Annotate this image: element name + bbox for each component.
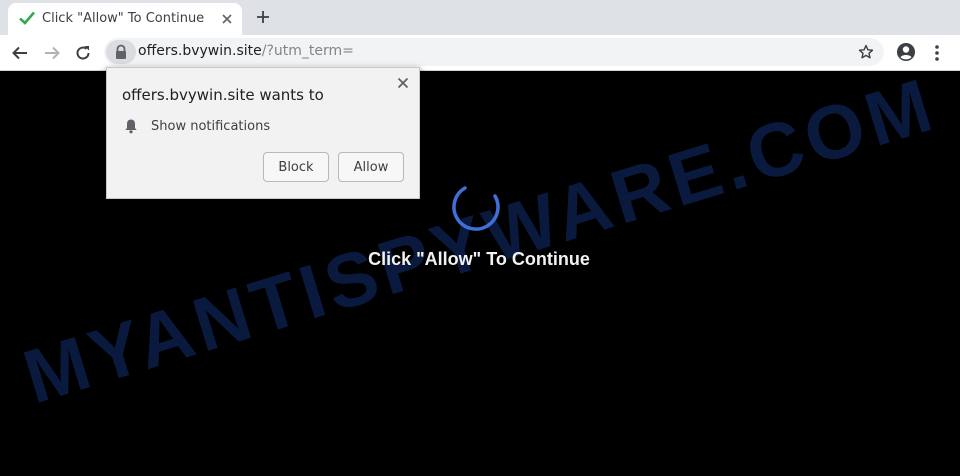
forward-arrow-icon[interactable] — [43, 44, 61, 62]
loading-spinner-icon — [452, 186, 500, 231]
new-tab-icon[interactable] — [255, 9, 271, 25]
kebab-menu-icon[interactable] — [929, 44, 945, 62]
popup-title: offers.bvywin.site wants to — [122, 86, 324, 104]
allow-button[interactable]: Allow — [338, 152, 404, 182]
back-arrow-icon[interactable] — [11, 44, 29, 62]
toolbar: offers.bvywin.site/?utm_term= — [0, 35, 960, 71]
tab-title: Click "Allow" To Continue — [42, 11, 205, 26]
reload-icon[interactable] — [74, 44, 92, 62]
url-path: /?utm_term= — [261, 43, 354, 59]
site-info-button[interactable] — [106, 40, 136, 64]
tab-strip: Click "Allow" To Continue — [0, 0, 960, 35]
lock-icon — [116, 44, 126, 59]
close-icon[interactable] — [397, 77, 409, 89]
url-text: offers.bvywin.site/?utm_term= — [138, 43, 354, 59]
block-button[interactable]: Block — [263, 152, 329, 182]
permission-text: Show notifications — [151, 119, 271, 134]
url-host: offers.bvywin.site — [138, 43, 262, 59]
tab-close-icon[interactable] — [219, 11, 235, 27]
continue-message: Click "Allow" To Continue — [368, 249, 590, 269]
account-icon[interactable] — [896, 42, 916, 62]
notification-permission-popup: offers.bvywin.site wants to Show notific… — [106, 67, 420, 199]
address-bar[interactable]: offers.bvywin.site/?utm_term= — [104, 38, 884, 66]
bell-icon — [125, 119, 137, 134]
green-check-icon — [19, 11, 35, 25]
tab-active[interactable]: Click "Allow" To Continue — [8, 3, 242, 35]
star-icon[interactable] — [858, 44, 874, 60]
